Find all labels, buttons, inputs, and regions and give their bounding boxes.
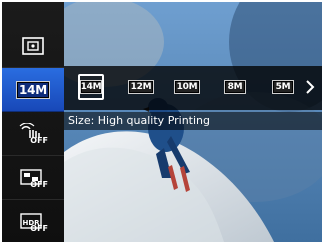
size-option-label: 12M (128, 80, 154, 94)
size-option-8m[interactable]: 8M (222, 74, 248, 100)
hdr-off-icon: HDR OFF (18, 211, 48, 233)
size-option-14m[interactable]: 14M (78, 74, 104, 100)
chevron-right-icon[interactable] (304, 79, 316, 95)
sidebar-item-metering[interactable] (2, 24, 64, 68)
sidebar-item-image-size[interactable]: 14M (2, 68, 64, 112)
size-option-5m[interactable]: 5M (270, 74, 296, 100)
size-option-label: 10M (174, 80, 200, 94)
image-size-icon: 14M (15, 80, 51, 99)
off-label: OFF (30, 135, 48, 145)
scene-effect-off-icon: OFF (18, 167, 48, 189)
sidebar-item-scene-effect[interactable]: OFF (2, 156, 64, 200)
size-option-12m[interactable]: 12M (128, 74, 154, 100)
size-option-10m[interactable]: 10M (174, 74, 200, 100)
size-option-label: 5M (272, 80, 294, 94)
camera-screen: 14M OFF OFF HDR OFF 14M 12M 10M 8M 5M Si… (0, 0, 325, 245)
metering-icon (22, 36, 44, 55)
off-label: OFF (30, 223, 48, 233)
size-option-label: 14M (80, 80, 102, 94)
size-options-bar: 14M 12M 10M 8M 5M (64, 66, 322, 110)
sidebar-item-hdr[interactable]: HDR OFF (2, 200, 64, 242)
camera-function-sidebar: 14M OFF OFF HDR OFF (2, 2, 64, 242)
size-option-label: 8M (224, 80, 246, 94)
stabilizer-off-icon: OFF (18, 121, 48, 145)
size-caption: Size: High quality Printing (64, 112, 322, 130)
off-label: OFF (30, 179, 48, 189)
camera-viewfinder: 14M OFF OFF HDR OFF 14M 12M 10M 8M 5M Si… (2, 2, 322, 242)
sidebar-item-stabilizer[interactable]: OFF (2, 112, 64, 156)
